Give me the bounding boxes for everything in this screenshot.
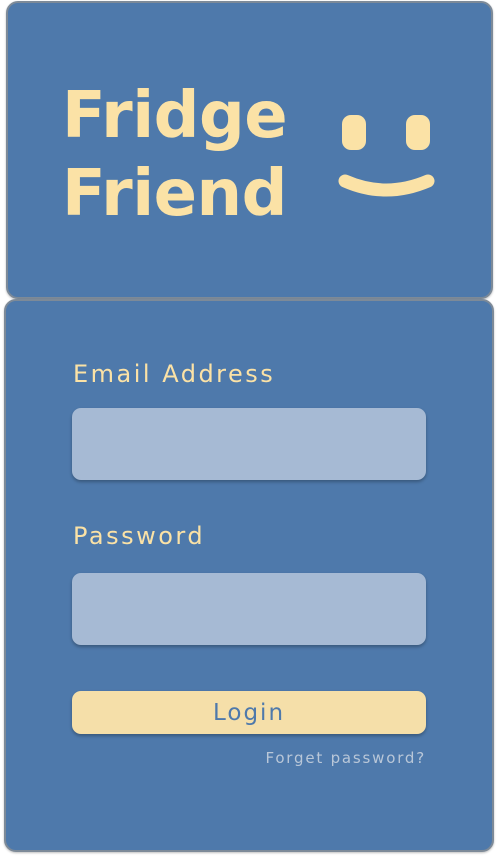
smiley-face-icon [338, 115, 435, 197]
email-label: Email Address [73, 360, 276, 388]
app-title-line-2: Friend [62, 157, 287, 231]
header-card: Fridge Friend [6, 1, 493, 299]
smiley-right-eye [406, 115, 430, 150]
password-field[interactable] [72, 573, 426, 645]
email-field[interactable] [72, 408, 426, 480]
login-form: Email Address Password Login Forget pass… [4, 299, 494, 852]
login-button[interactable]: Login [72, 691, 426, 734]
smiley-mouth [338, 174, 435, 197]
app-title: Fridge Friend [62, 77, 302, 233]
password-label: Password [73, 522, 206, 550]
app-title-line-1: Fridge [62, 79, 288, 153]
forget-password-link[interactable]: Forget password? [265, 749, 426, 767]
smiley-left-eye [342, 115, 366, 150]
